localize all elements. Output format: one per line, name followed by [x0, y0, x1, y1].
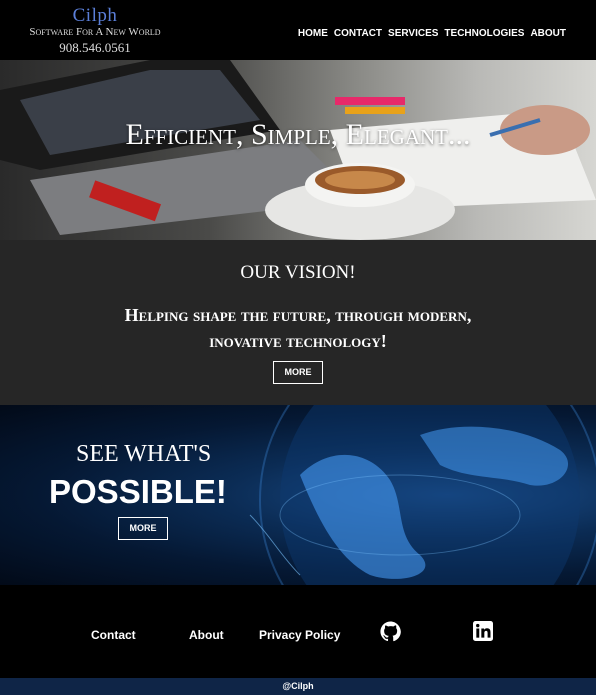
main-nav: HOME CONTACT SERVICES TECHNOLOGIES ABOUT [298, 28, 566, 39]
possible-heading: POSSIBLE! [49, 473, 227, 510]
copyright-text: @Cilph [282, 681, 314, 691]
brand-tagline: Software For A New World [29, 26, 161, 38]
footer-contact-link[interactable]: Contact [91, 628, 136, 642]
footer-about-link[interactable]: About [189, 628, 224, 642]
vision-more-button[interactable]: MORE [273, 361, 323, 384]
github-icon[interactable] [380, 621, 401, 647]
nav-technologies[interactable]: TECHNOLOGIES [444, 28, 524, 39]
hero-title: Efficient, Simple, Elegant... [125, 118, 471, 151]
nav-home[interactable]: HOME [298, 28, 328, 39]
nav-about[interactable]: ABOUT [530, 28, 566, 39]
marker-orange [345, 107, 405, 114]
linkedin-icon[interactable] [473, 621, 493, 646]
site-footer: Contact About Privacy Policy [0, 585, 596, 678]
brand-phone: 908.546.0561 [59, 40, 131, 55]
marker-pink [335, 97, 405, 105]
coffee-crema [325, 171, 395, 189]
vision-title: OUR VISION! [240, 262, 356, 283]
possible-section: SEE WHAT'S POSSIBLE! MORE [0, 405, 596, 585]
brand-name: Cilph [72, 5, 118, 26]
nav-services[interactable]: SERVICES [388, 28, 438, 39]
possible-more-button[interactable]: MORE [118, 517, 168, 540]
vision-text: Helping shape the future, through modern… [124, 305, 472, 351]
hero-banner: Efficient, Simple, Elegant... [0, 60, 596, 240]
site-header: Cilph Software For A New World 908.546.0… [0, 0, 596, 60]
nav-contact[interactable]: CONTACT [334, 28, 382, 39]
copyright-bar: @Cilph [0, 678, 596, 695]
footer-privacy-link[interactable]: Privacy Policy [259, 628, 340, 642]
brand-logo[interactable]: Cilph Software For A New World 908.546.0… [26, 6, 164, 56]
vision-section: OUR VISION! Helping shape the future, th… [0, 240, 596, 405]
see-what-heading: SEE WHAT'S [76, 441, 212, 467]
